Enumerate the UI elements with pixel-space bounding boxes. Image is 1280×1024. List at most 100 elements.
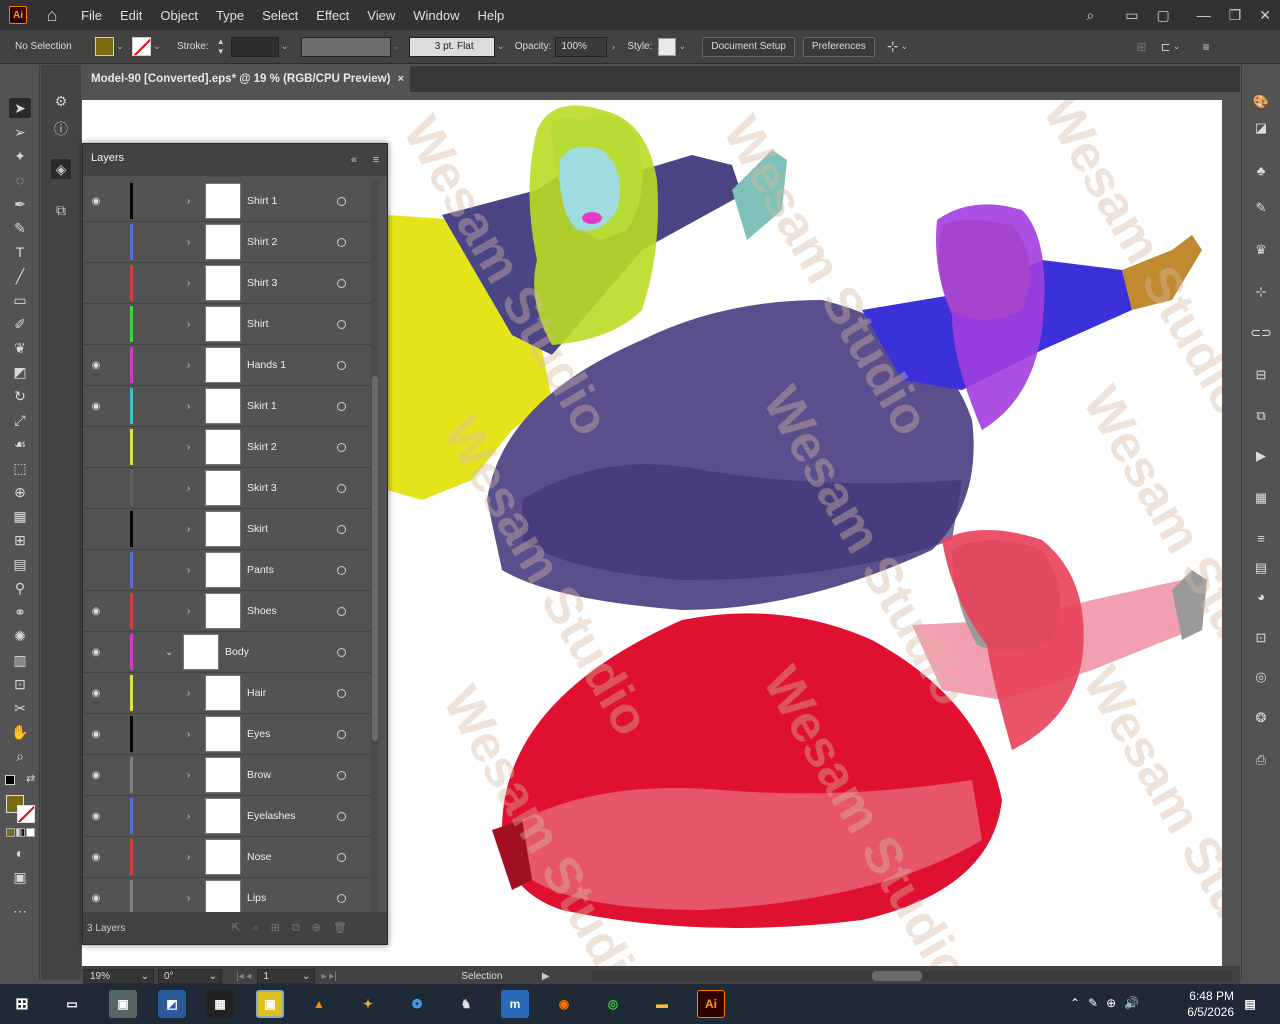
artboard-number-field[interactable]: 1 ⌄	[257, 968, 316, 984]
windows-start-icon[interactable]: ⊞	[8, 990, 36, 1018]
target-circle-icon[interactable]	[337, 812, 346, 821]
layer-row[interactable]: ◉ › Nose	[83, 837, 373, 878]
brush-dropdown-icon[interactable]: ⌄	[495, 41, 507, 52]
visibility-eye-icon[interactable]: ◉	[83, 401, 109, 412]
chevron-right-icon[interactable]: ›	[187, 811, 197, 822]
perspective-grid-tool-icon[interactable]: ▦	[9, 506, 31, 526]
chevron-right-icon[interactable]: ›	[187, 893, 197, 904]
chevron-right-icon[interactable]: ›	[187, 278, 197, 289]
horizontal-scrollbar[interactable]	[592, 971, 1232, 981]
document-tab[interactable]: Model-90 [Converted].eps* @ 19 % (RGB/CP…	[82, 66, 410, 92]
target-circle-icon[interactable]	[337, 320, 346, 329]
recolor-dropdown-icon[interactable]: ⌄	[899, 41, 911, 52]
selection-tool-icon[interactable]: ➤	[9, 98, 31, 118]
app-icon-6[interactable]: ✦	[354, 990, 382, 1018]
workspace-switcher-icon[interactable]: ▭	[1125, 7, 1138, 24]
swatches-icon[interactable]: ♣	[1251, 160, 1271, 180]
pathfinder-icon[interactable]: ⧉	[1251, 406, 1271, 426]
app-icon-8[interactable]: ♞	[452, 990, 480, 1018]
info-icon[interactable]: ⓘ	[51, 119, 71, 139]
variable-width-profile[interactable]	[300, 36, 391, 57]
layer-name[interactable]: Skirt 1	[247, 400, 277, 412]
target-circle-icon[interactable]	[337, 648, 346, 657]
menu-edit[interactable]: Edit	[120, 8, 142, 23]
chevron-right-icon[interactable]: ›	[187, 606, 197, 617]
notifications-icon[interactable]: ▤	[1236, 990, 1264, 1018]
layer-row[interactable]: › Pants	[83, 550, 373, 591]
lasso-tool-icon[interactable]: ◌	[9, 170, 31, 190]
default-colors-icon[interactable]	[5, 775, 15, 785]
appearance-icon[interactable]: ◎	[1251, 667, 1271, 687]
layer-name[interactable]: Hands 1	[247, 359, 286, 371]
stroke-swatch[interactable]	[132, 37, 151, 56]
visibility-eye-icon[interactable]: ◉	[83, 196, 109, 207]
status-arrow-icon[interactable]: ▶	[542, 971, 550, 982]
target-circle-icon[interactable]	[337, 279, 346, 288]
menu-file[interactable]: File	[81, 8, 102, 23]
layer-name[interactable]: Eyelashes	[247, 810, 295, 822]
target-circle-icon[interactable]	[337, 894, 346, 903]
eraser-tool-icon[interactable]: ◩	[9, 362, 31, 382]
pen-tool-icon[interactable]: ✒	[9, 194, 31, 214]
curvature-tool-icon[interactable]: ✎	[9, 218, 31, 238]
layer-row[interactable]: ◉ › Hands 1	[83, 345, 373, 386]
target-circle-icon[interactable]	[337, 771, 346, 780]
chevron-right-icon[interactable]: ›	[187, 565, 197, 576]
direct-selection-tool-icon[interactable]: ➢	[9, 122, 31, 142]
chevron-right-icon[interactable]: ›	[187, 360, 197, 371]
magic-wand-tool-icon[interactable]: ✦	[9, 146, 31, 166]
shape-builder-tool-icon[interactable]: ⊕	[9, 482, 31, 502]
slice-tool-icon[interactable]: ✂	[9, 698, 31, 718]
visibility-eye-icon[interactable]: ◉	[83, 811, 109, 822]
hand-tool-icon[interactable]: ✋	[9, 722, 31, 742]
target-circle-icon[interactable]	[337, 607, 346, 616]
zoom-field[interactable]: 19% ⌄	[84, 968, 154, 984]
target-circle-icon[interactable]	[337, 730, 346, 739]
document-setup-button[interactable]: Document Setup	[702, 36, 795, 57]
chevron-right-icon[interactable]: ›	[187, 196, 197, 207]
app-icon-2[interactable]: ◩	[158, 990, 186, 1018]
layer-name[interactable]: Nose	[247, 851, 272, 863]
asset-export-icon[interactable]: ⎙	[1251, 750, 1271, 770]
layer-name[interactable]: Shirt	[247, 318, 269, 330]
stroke-dropdown-icon[interactable]: ⌄	[151, 41, 163, 52]
stroke-weight-dropdown-icon[interactable]: ⌄	[279, 41, 291, 52]
image-trace-icon[interactable]: ⊡	[1251, 628, 1271, 648]
illustrator-taskbar-icon[interactable]: Ai	[697, 990, 725, 1018]
layer-row[interactable]: › Shirt 3	[83, 263, 373, 304]
menu-type[interactable]: Type	[216, 8, 244, 23]
transform-icon[interactable]: ⊹	[1251, 282, 1271, 302]
stroke-color-box[interactable]	[17, 805, 35, 823]
blob-brush-tool-icon[interactable]: ❦	[9, 338, 31, 358]
target-circle-icon[interactable]	[337, 853, 346, 862]
tray-icons[interactable]: ⌃✎⊕🔊	[1070, 996, 1147, 1010]
menu-help[interactable]: Help	[477, 8, 504, 23]
symbol-sprayer-tool-icon[interactable]: ✺	[9, 626, 31, 646]
layer-name[interactable]: Shirt 1	[247, 195, 277, 207]
menu-select[interactable]: Select	[262, 8, 298, 23]
layer-row[interactable]: ◉ › Shirt 1	[83, 181, 373, 222]
target-circle-icon[interactable]	[337, 443, 346, 452]
layers-menu-icon[interactable]: ≡	[373, 154, 379, 166]
layer-row[interactable]: ◉ › Lips	[83, 878, 373, 915]
restore-icon[interactable]: ❐	[1229, 7, 1242, 24]
fill-swatch[interactable]	[95, 37, 114, 56]
visibility-eye-icon[interactable]: ◉	[83, 360, 109, 371]
swap-colors-icon[interactable]: ⇄	[26, 772, 35, 785]
visibility-eye-icon[interactable]: ◉	[83, 647, 109, 658]
app-icon-4[interactable]: ▣	[256, 990, 284, 1018]
layer-name[interactable]: Body	[225, 646, 249, 658]
layers-panel-title[interactable]: Layers	[91, 152, 124, 168]
layer-row[interactable]: › Skirt 3	[83, 468, 373, 509]
panel-menu-icon[interactable]: ≡	[1203, 40, 1210, 54]
chevron-right-icon[interactable]: ›	[187, 237, 197, 248]
visibility-eye-icon[interactable]: ◉	[83, 893, 109, 904]
screen-mode-icon[interactable]: ▣	[9, 867, 31, 887]
visibility-eye-icon[interactable]: ◉	[83, 729, 109, 740]
close-tab-icon[interactable]: ×	[398, 73, 404, 85]
none-mode-icon[interactable]	[26, 828, 35, 837]
gradient-panel-icon[interactable]: ▤	[1251, 558, 1271, 578]
target-circle-icon[interactable]	[337, 566, 346, 575]
artboard-nav-icons[interactable]: |◂ ◂	[236, 971, 251, 982]
gradient-mode-icon[interactable]	[16, 828, 25, 837]
